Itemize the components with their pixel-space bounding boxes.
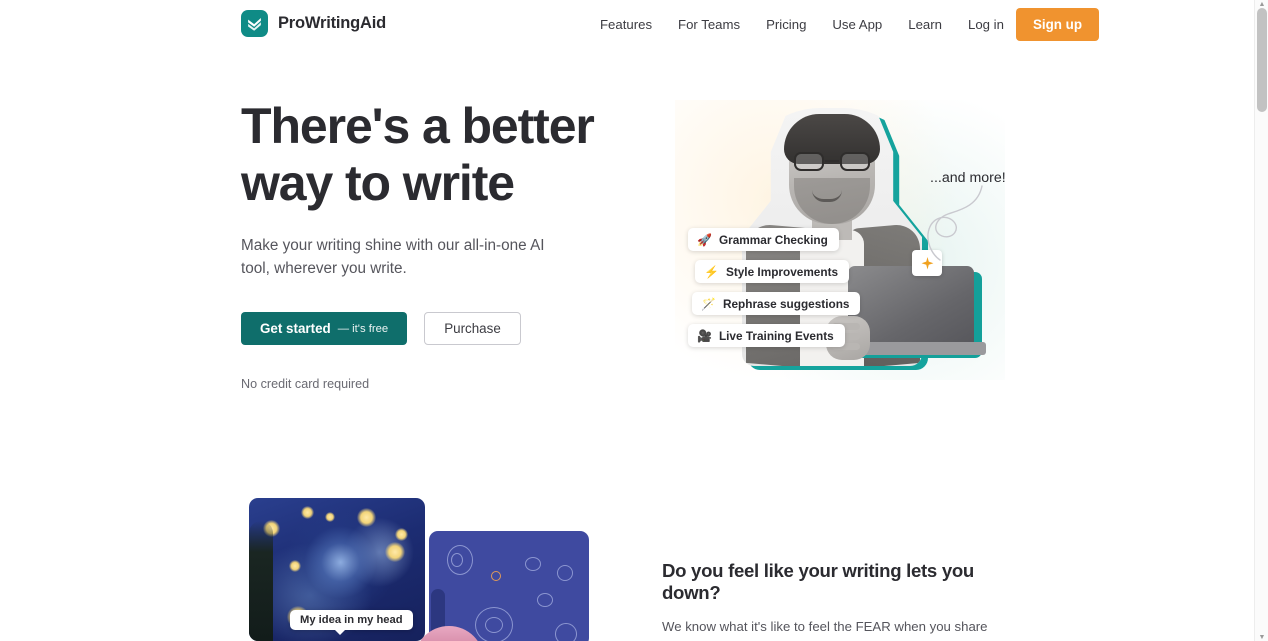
nav-item-learn[interactable]: Learn	[908, 11, 942, 38]
scroll-up-arrow-icon[interactable]: ▲	[1255, 0, 1268, 8]
hero-text-block: There's a better way to write Make your …	[241, 98, 631, 391]
lower-section-body: We know what it's like to feel the FEAR …	[662, 619, 1006, 641]
feature-chip-label: Grammar Checking	[718, 232, 828, 247]
simplified-painting-card	[429, 531, 589, 641]
hero-cta-group: Get started — it's free Purchase	[241, 312, 631, 345]
feature-chip-label: Rephrase suggestions	[722, 296, 850, 311]
hero-subtitle: Make your writing shine with our all-in-…	[241, 237, 545, 277]
feature-chip-list: 🚀 Grammar Checking ⚡ Style Improvements …	[688, 228, 861, 347]
feature-chip-live-training-events: 🎥 Live Training Events	[688, 324, 845, 347]
main-nav: Features For Teams Pricing Use App Learn…	[600, 0, 1100, 48]
brand-logo-link[interactable]: ProWritingAid	[241, 10, 386, 37]
scroll-down-arrow-icon[interactable]: ▼	[1255, 633, 1268, 641]
site-header: ProWritingAid Features For Teams Pricing…	[0, 0, 1254, 48]
feature-chip-label: Live Training Events	[718, 328, 834, 343]
idea-comparison-illustration: My idea in my head	[249, 498, 589, 641]
vertical-scrollbar[interactable]: ▲ ▼	[1254, 0, 1268, 641]
callout-squiggle-line	[927, 185, 983, 261]
cypress-tree	[249, 521, 273, 641]
feature-chip-grammar-checking: 🚀 Grammar Checking	[688, 228, 839, 251]
brand-name: ProWritingAid	[278, 14, 387, 32]
nav-item-log-in[interactable]: Log in	[968, 11, 1004, 38]
video-camera-icon: 🎥	[697, 328, 712, 343]
nav-item-use-app[interactable]: Use App	[832, 11, 882, 38]
nav-item-for-teams[interactable]: For Teams	[678, 11, 740, 38]
purchase-button[interactable]: Purchase	[424, 312, 521, 345]
glasses-icon	[794, 152, 870, 171]
magic-wand-icon: 🪄	[701, 296, 716, 311]
get-started-suffix: — it's free	[337, 322, 389, 335]
idea-tooltip: My idea in my head	[290, 610, 413, 635]
lightning-bolt-icon: ⚡	[704, 264, 719, 279]
book-check-logo-icon	[241, 10, 268, 37]
nav-item-features[interactable]: Features	[600, 11, 652, 38]
get-started-button[interactable]: Get started — it's free	[241, 312, 408, 345]
lower-section-title: Do you feel like your writing lets you d…	[662, 560, 974, 603]
feature-chip-style-improvements: ⚡ Style Improvements	[695, 260, 850, 283]
sign-up-button[interactable]: Sign up	[1015, 7, 1100, 41]
feature-chip-label: Style Improvements	[725, 264, 839, 279]
page-root: ProWritingAid Features For Teams Pricing…	[0, 0, 1268, 641]
get-started-label: Get started	[260, 321, 331, 336]
hero-illustration: ...and more! 🚀 Grammar Checking ⚡ Style …	[650, 80, 1050, 400]
feature-chip-rephrase-suggestions: 🪄 Rephrase suggestions	[692, 292, 861, 315]
lower-text-block: Do you feel like your writing lets you d…	[662, 560, 1022, 641]
hero-title-line-1: There's a better	[241, 98, 595, 154]
no-credit-card-note: No credit card required	[241, 377, 370, 391]
scrollbar-thumb[interactable]	[1257, 8, 1267, 112]
and-more-callout: ...and more!	[930, 170, 1006, 186]
hero-title-line-2: way to write	[241, 155, 515, 211]
nav-item-pricing[interactable]: Pricing	[766, 11, 806, 38]
page-title: There's a better way to write	[241, 98, 631, 212]
rocket-icon: 🚀	[697, 232, 712, 247]
